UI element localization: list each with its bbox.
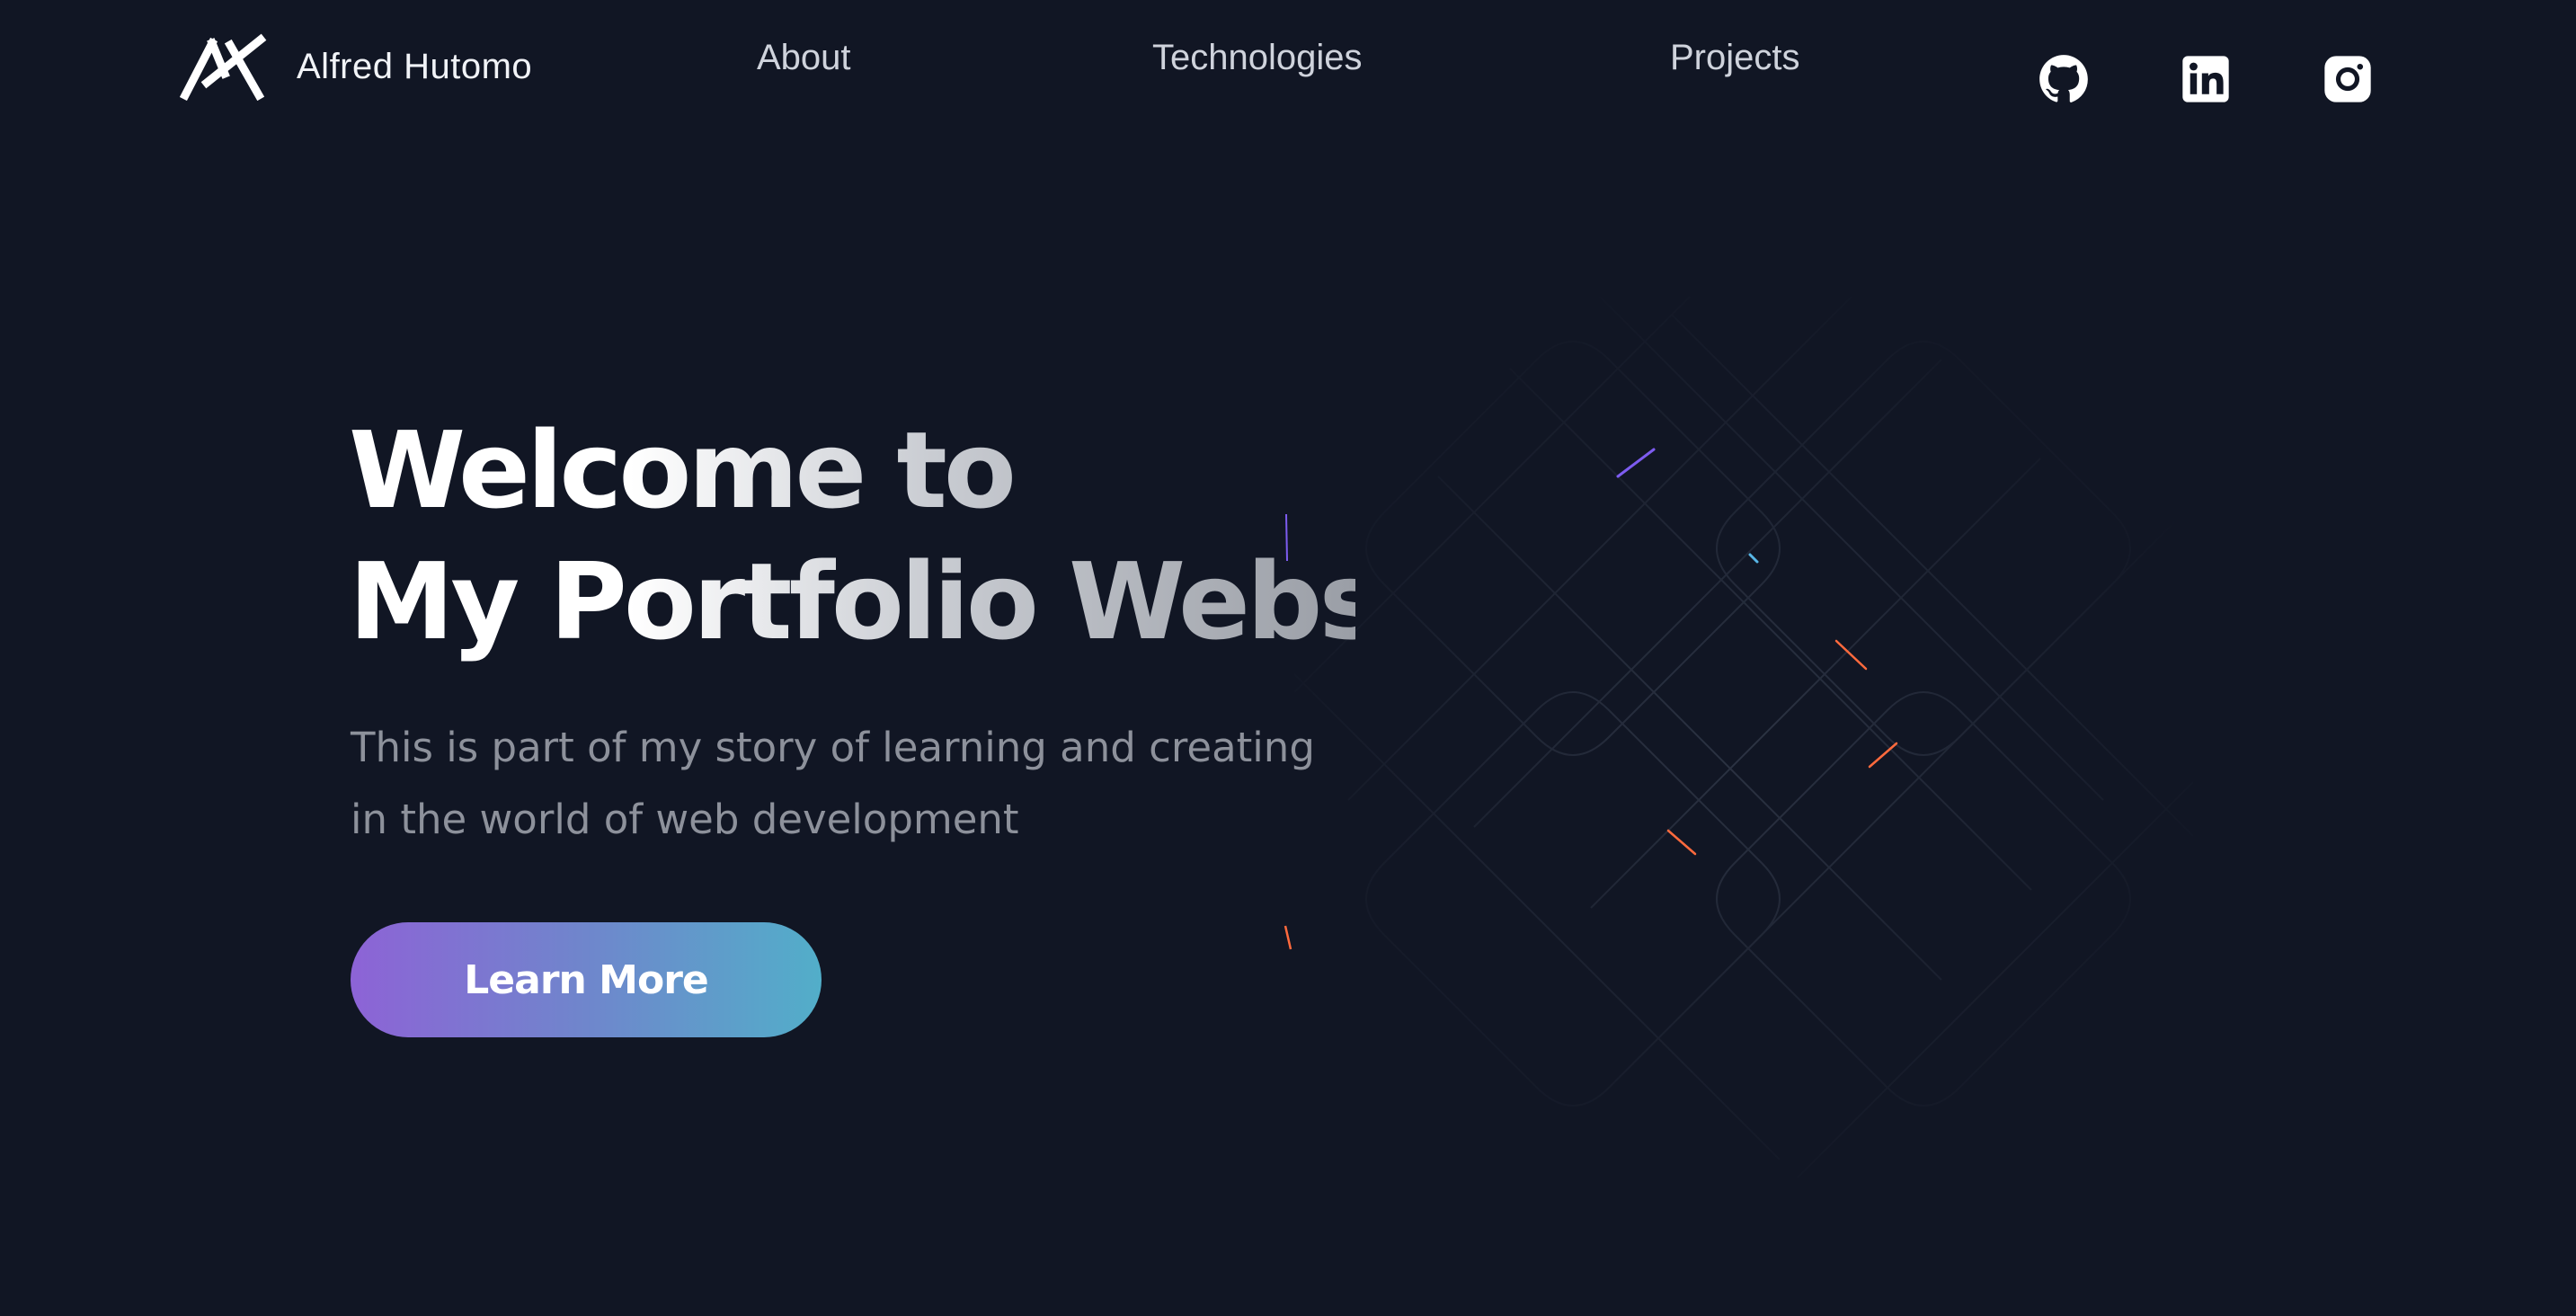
learn-more-button[interactable]: Learn More [351, 922, 822, 1037]
brand-name: Alfred Hutomo [297, 46, 533, 86]
github-icon [2039, 55, 2088, 102]
linkedin-link[interactable] [2181, 54, 2231, 104]
instagram-icon [2324, 56, 2371, 102]
hero-subtitle-line-1: This is part of my story of learning and… [351, 724, 1315, 771]
linkedin-icon [2182, 56, 2229, 102]
navbar: Alfred Hutomo About Technologies Project… [0, 0, 2576, 135]
hero-title: Welcome to My Portfolio Website [349, 405, 1355, 667]
hero-title-line-1: Welcome to [349, 408, 1013, 532]
hero-subtitle: This is part of my story of learning and… [351, 712, 1375, 856]
nav-link-about[interactable]: About [757, 38, 851, 78]
github-link[interactable] [2039, 54, 2089, 104]
nav-link-projects[interactable]: Projects [1670, 38, 1800, 78]
grid-lines-graphic [1294, 297, 2193, 1178]
brand-logo-icon [180, 33, 267, 101]
hero-title-line-2: My Portfolio Website [349, 539, 1527, 663]
instagram-link[interactable] [2323, 54, 2373, 104]
hero-subtitle-line-2: in the world of web development [351, 796, 1019, 843]
hero-background-pattern [1294, 297, 2193, 1178]
nav-link-technologies[interactable]: Technologies [1152, 38, 1363, 78]
brand-link[interactable]: Alfred Hutomo [180, 32, 532, 101]
